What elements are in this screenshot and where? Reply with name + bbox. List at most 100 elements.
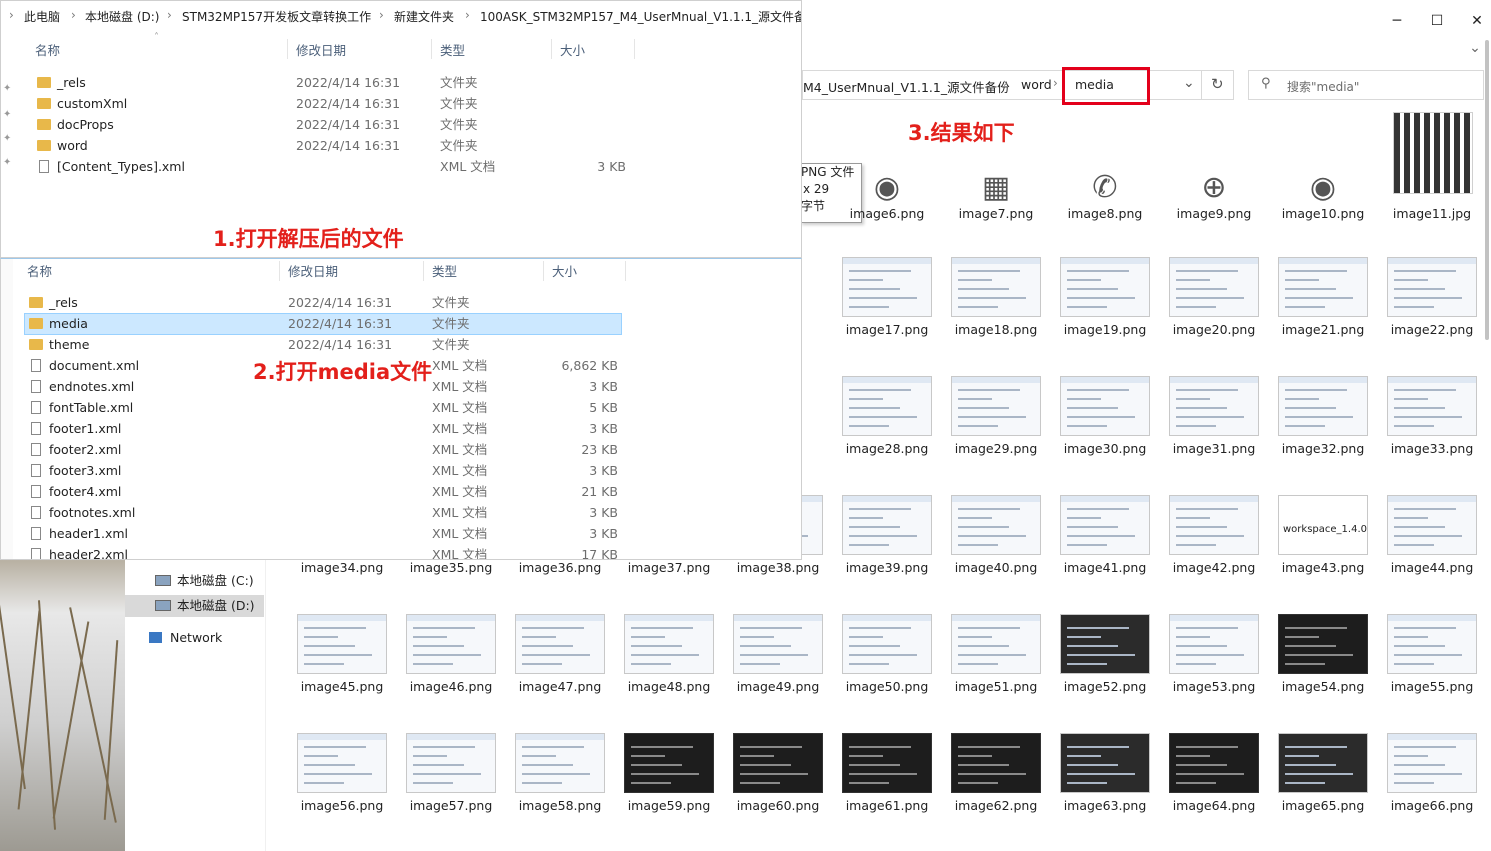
column-header-type[interactable]: 类型 — [440, 39, 465, 63]
close-button[interactable]: ✕ — [1454, 8, 1491, 34]
file-row[interactable]: media 2022/4/14 16:31 文件夹 — [1, 313, 801, 334]
preview-line — [1176, 782, 1216, 784]
file-row[interactable]: _rels 2022/4/14 16:31 文件夹 — [1, 292, 801, 313]
thumbnail-item[interactable]: image17.png — [832, 229, 942, 347]
thumbnail-item[interactable]: image63.png — [1050, 705, 1160, 823]
image-preview — [1060, 376, 1150, 436]
chevron-down-icon[interactable]: ⌄ — [1183, 75, 1195, 91]
preview-line — [1067, 535, 1135, 537]
column-header-name[interactable]: 名称 — [27, 260, 52, 284]
column-header-size[interactable]: 大小 — [560, 39, 585, 63]
nav-item-drive-c[interactable]: 本地磁盘 (C:) — [155, 570, 254, 592]
thumbnail-item[interactable]: image28.png — [832, 348, 942, 466]
breadcrumb-item[interactable]: 100ASK_STM32MP157_M4_UserMnual_V1.1.1_源文… — [480, 8, 801, 25]
file-row[interactable]: footer3.xml XML 文档 3 KB — [1, 460, 801, 481]
thumbnail-item[interactable]: image52.png — [1050, 586, 1160, 704]
preview-line — [958, 306, 998, 308]
preview-line — [413, 764, 464, 766]
type-cell: XML 文档 — [432, 421, 488, 436]
thumbnail-item[interactable]: image62.png — [941, 705, 1051, 823]
breadcrumb-segment[interactable]: M4_UserMnual_V1.1.1_源文件备份 — [803, 77, 1010, 96]
thumbnail-item[interactable]: image19.png — [1050, 229, 1160, 347]
breadcrumb-item[interactable]: STM32MP157开发板文章转换工作 — [182, 8, 371, 25]
thumbnail-item[interactable]: image29.png — [941, 348, 1051, 466]
file-row[interactable]: word 2022/4/14 16:31 文件夹 — [1, 135, 801, 156]
breadcrumb-item[interactable]: 此电脑 — [24, 8, 60, 25]
thumbnail-item[interactable]: image11.jpg — [1377, 106, 1487, 224]
breadcrumb-item[interactable]: 新建文件夹 — [394, 8, 454, 25]
thumbnail-item[interactable]: image42.png — [1159, 467, 1269, 585]
thumbnail-item[interactable]: image57.png — [396, 705, 506, 823]
breadcrumb-segment[interactable]: word — [1021, 77, 1052, 92]
preview-line — [1176, 663, 1216, 665]
thumbnail-item[interactable]: image46.png — [396, 586, 506, 704]
thumbnail-item[interactable]: image59.png — [614, 705, 724, 823]
thumbnail-item[interactable]: image58.png — [505, 705, 615, 823]
thumbnail-item[interactable]: image18.png — [941, 229, 1051, 347]
thumbnail-item[interactable]: image66.png — [1377, 705, 1487, 823]
thumbnail-item[interactable]: image65.png — [1268, 705, 1378, 823]
file-row[interactable]: docProps 2022/4/14 16:31 文件夹 — [1, 114, 801, 135]
thumbnail-item[interactable]: image51.png — [941, 586, 1051, 704]
thumbnail-item[interactable]: ⊕ image9.png — [1159, 106, 1269, 224]
image-preview — [1278, 733, 1368, 793]
nav-item-network[interactable]: Network — [149, 627, 222, 649]
thumbnail-item[interactable]: image53.png — [1159, 586, 1269, 704]
preview-line — [1285, 654, 1353, 656]
thumbnail-item[interactable]: image31.png — [1159, 348, 1269, 466]
file-row[interactable]: header2.xml XML 文档 17 KB — [1, 544, 801, 559]
thumbnail-item[interactable]: image64.png — [1159, 705, 1269, 823]
column-divider — [543, 261, 544, 281]
thumbnail-item[interactable]: image32.png — [1268, 348, 1378, 466]
file-row[interactable]: customXml 2022/4/14 16:31 文件夹 — [1, 93, 801, 114]
preview-titlebar — [1170, 615, 1258, 621]
breadcrumb-item[interactable]: 本地磁盘 (D:) — [85, 8, 159, 25]
refresh-icon[interactable]: ↻ — [1211, 75, 1224, 93]
date-cell: 2022/4/14 16:31 — [296, 138, 401, 153]
file-row[interactable]: theme 2022/4/14 16:31 文件夹 — [1, 334, 801, 355]
column-header-type[interactable]: 类型 — [432, 260, 457, 284]
thumbnail-item[interactable]: image60.png — [723, 705, 833, 823]
file-row[interactable]: footer4.xml XML 文档 21 KB — [1, 481, 801, 502]
name-cell: word — [37, 135, 88, 156]
thumbnail-item[interactable]: image39.png — [832, 467, 942, 585]
thumbnail-item[interactable]: ◉ image6.png — [832, 106, 942, 224]
thumbnail-item[interactable]: image30.png — [1050, 348, 1160, 466]
nav-item-drive-d[interactable]: 本地磁盘 (D:) — [125, 595, 264, 617]
column-header-date[interactable]: 修改日期 — [296, 39, 346, 63]
column-header-name[interactable]: 名称 — [35, 39, 60, 63]
search-input[interactable]: ⚲ 搜索"media" — [1248, 70, 1484, 100]
thumbnail-item[interactable]: image50.png — [832, 586, 942, 704]
thumbnail-item[interactable]: image44.png — [1377, 467, 1487, 585]
thumbnail-item[interactable]: image48.png — [614, 586, 724, 704]
thumbnail-item[interactable]: image54.png — [1268, 586, 1378, 704]
thumbnail-item[interactable]: image21.png — [1268, 229, 1378, 347]
thumbnail-item[interactable]: image22.png — [1377, 229, 1487, 347]
thumbnail-item[interactable]: image45.png — [287, 586, 397, 704]
preview-line — [849, 782, 889, 784]
thumbnail-item[interactable]: image56.png — [287, 705, 397, 823]
thumbnail-item[interactable]: image20.png — [1159, 229, 1269, 347]
address-bar[interactable]: M4_UserMnual_V1.1.1_源文件备份 › word › media… — [802, 70, 1234, 100]
thumbnail-item[interactable]: image47.png — [505, 586, 615, 704]
thumbnail-item[interactable]: image61.png — [832, 705, 942, 823]
thumbnail-item[interactable]: image55.png — [1377, 586, 1487, 704]
thumbnail-item[interactable]: workspace_1.4.0 image43.png — [1268, 467, 1378, 585]
file-row[interactable]: [Content_Types].xml XML 文档 3 KB — [1, 156, 801, 177]
column-header-date[interactable]: 修改日期 — [288, 260, 338, 284]
file-row[interactable]: header1.xml XML 文档 3 KB — [1, 523, 801, 544]
preview-line — [1285, 627, 1347, 629]
thumbnail-item[interactable]: ◉ image10.png — [1268, 106, 1378, 224]
thumbnail-item[interactable]: image33.png — [1377, 348, 1487, 466]
column-header-size[interactable]: 大小 — [552, 260, 577, 284]
file-row[interactable]: fontTable.xml XML 文档 5 KB — [1, 397, 801, 418]
thumbnail-item[interactable]: image49.png — [723, 586, 833, 704]
file-row[interactable]: footnotes.xml XML 文档 3 KB — [1, 502, 801, 523]
thumbnail-item[interactable]: ✆ image8.png — [1050, 106, 1160, 224]
file-row[interactable]: footer2.xml XML 文档 23 KB — [1, 439, 801, 460]
thumbnail-item[interactable]: image40.png — [941, 467, 1051, 585]
file-row[interactable]: footer1.xml XML 文档 3 KB — [1, 418, 801, 439]
file-row[interactable]: _rels 2022/4/14 16:31 文件夹 — [1, 72, 801, 93]
thumbnail-item[interactable]: image41.png — [1050, 467, 1160, 585]
thumbnail-item[interactable]: ▦ image7.png — [941, 106, 1051, 224]
